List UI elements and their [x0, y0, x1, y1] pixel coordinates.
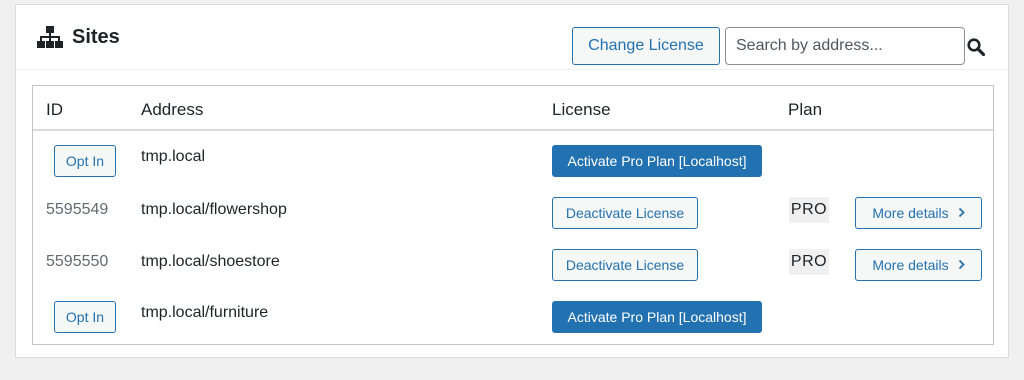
column-header-plan: Plan [788, 100, 823, 119]
table-row: 5595550 tmp.local/shoestore Deactivate L… [33, 240, 993, 292]
sites-table: ID Address License Plan Opt In tmp.local… [32, 85, 994, 345]
chevron-right-icon [958, 205, 965, 221]
table-row: Opt In tmp.local Activate Pro Plan [Loca… [33, 136, 993, 188]
plan-badge: PRO [789, 197, 829, 223]
site-address: tmp.local [141, 148, 206, 165]
deactivate-license-button[interactable]: Deactivate License [552, 197, 698, 229]
more-details-label: More details [872, 257, 949, 273]
column-header-license: License [552, 100, 611, 119]
site-address: tmp.local/shoestore [141, 253, 280, 270]
more-details-button[interactable]: More details [855, 249, 982, 281]
search-input[interactable] [725, 27, 965, 65]
more-details-button[interactable]: More details [855, 197, 982, 229]
table-row: Opt In tmp.local/furniture Activate Pro … [33, 292, 993, 344]
table-header: ID Address License Plan [33, 86, 993, 131]
site-id: 5595549 [46, 201, 109, 218]
sitemap-icon [37, 26, 63, 48]
search-icon[interactable] [967, 38, 986, 61]
chevron-right-icon [958, 257, 965, 273]
opt-in-button[interactable]: Opt In [54, 301, 116, 333]
page-title: Sites [72, 26, 120, 48]
change-license-button[interactable]: Change License [572, 27, 720, 65]
deactivate-license-button[interactable]: Deactivate License [552, 249, 698, 281]
panel-header: Sites Change License [16, 5, 1008, 70]
table-row: 5595549 tmp.local/flowershop Deactivate … [33, 188, 993, 240]
activate-pro-plan-button[interactable]: Activate Pro Plan [Localhost] [552, 145, 762, 177]
plan-badge: PRO [789, 249, 829, 275]
title-group: Sites [37, 25, 120, 49]
more-details-label: More details [872, 205, 949, 221]
site-address: tmp.local/furniture [141, 304, 269, 321]
column-header-address: Address [141, 100, 204, 119]
column-header-id: ID [46, 100, 63, 119]
sites-panel: Sites Change License ID Address License … [15, 4, 1009, 358]
opt-in-button[interactable]: Opt In [54, 145, 116, 177]
site-address: tmp.local/flowershop [141, 201, 287, 218]
activate-pro-plan-button[interactable]: Activate Pro Plan [Localhost] [552, 301, 762, 333]
site-id: 5595550 [46, 253, 109, 270]
